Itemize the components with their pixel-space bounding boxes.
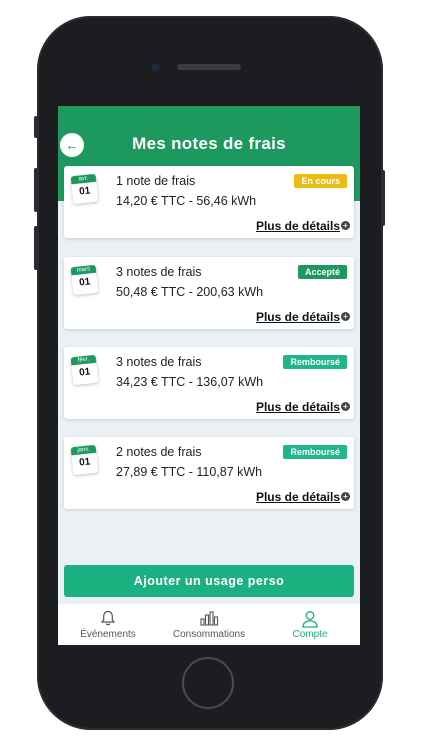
earpiece-speaker [177,64,241,70]
volume-up-button [34,168,38,212]
status-badge: Remboursé [283,355,347,369]
status-badge: En cours [294,174,347,188]
plus-circle-icon[interactable]: + [341,402,350,411]
volume-down-button [34,226,38,270]
calendar-icon: févr. 01 [70,354,99,386]
calendar-day: 01 [78,276,91,289]
front-camera [151,63,160,72]
tab-label: Événements [80,629,136,640]
note-count: 3 notes de frais [116,265,202,279]
calendar-icon: avr. 01 [70,173,99,205]
expense-card[interactable]: avr. 01 1 note de frais 14,20 € TTC - 56… [64,166,354,238]
amount-summary: 34,23 € TTC - 136,07 kWh [116,375,264,389]
tab-events[interactable]: Événements [58,604,158,645]
calendar-day: 01 [78,456,91,469]
tab-bar: Événements Consommations Compte [58,604,360,645]
expense-card[interactable]: févr. 01 3 notes de frais 34,23 € TTC - … [64,347,354,419]
status-badge: Remboursé [283,445,347,459]
plus-circle-icon[interactable]: + [341,492,350,501]
details-link[interactable]: Plus de détails [256,310,340,324]
details-link[interactable]: Plus de détails [256,400,340,414]
amount-summary: 27,89 € TTC - 110,87 kWh [116,465,263,479]
calendar-day: 01 [78,366,91,379]
calendar-month: janv. [70,444,97,456]
calendar-month: mars [70,264,97,276]
add-personal-usage-button[interactable]: Ajouter un usage perso [64,565,354,597]
status-badge: Accepté [297,265,347,279]
calendar-icon: mars 01 [70,264,99,296]
tab-label: Consommations [172,629,246,640]
mute-switch [34,116,38,138]
amount-summary: 50,48 € TTC - 200,63 kWh [116,285,264,299]
tab-label: Compte [292,629,328,640]
plus-circle-icon[interactable]: + [341,221,350,230]
bell-icon [100,610,116,626]
power-button [381,170,385,226]
details-link[interactable]: Plus de détails [256,219,340,233]
note-count: 2 notes de frais [116,445,202,459]
expense-card[interactable]: janv. 01 2 notes de frais 27,89 € TTC - … [64,437,354,509]
page-title: Mes notes de frais [132,134,286,153]
note-count: 1 note de frais [116,174,196,188]
calendar-month: avr. [70,173,97,185]
calendar-icon: janv. 01 [70,444,99,476]
amount-summary: 14,20 € TTC - 56,46 kWh [116,194,257,208]
expense-card[interactable]: mars 01 3 notes de frais 50,48 € TTC - 2… [64,257,354,329]
calendar-day: 01 [78,185,91,198]
tab-account[interactable]: Compte [260,604,360,645]
tab-consumption[interactable]: Consommations [158,604,260,645]
calendar-month: févr. [70,354,97,366]
note-count: 3 notes de frais [116,355,202,369]
details-link[interactable]: Plus de détails [256,490,340,504]
plus-circle-icon[interactable]: + [341,312,350,321]
home-button[interactable] [182,657,234,709]
app-screen: ← Mes notes de frais avr. 01 1 note de f… [58,106,360,645]
user-icon [302,611,318,628]
bar-chart-icon [200,611,219,626]
